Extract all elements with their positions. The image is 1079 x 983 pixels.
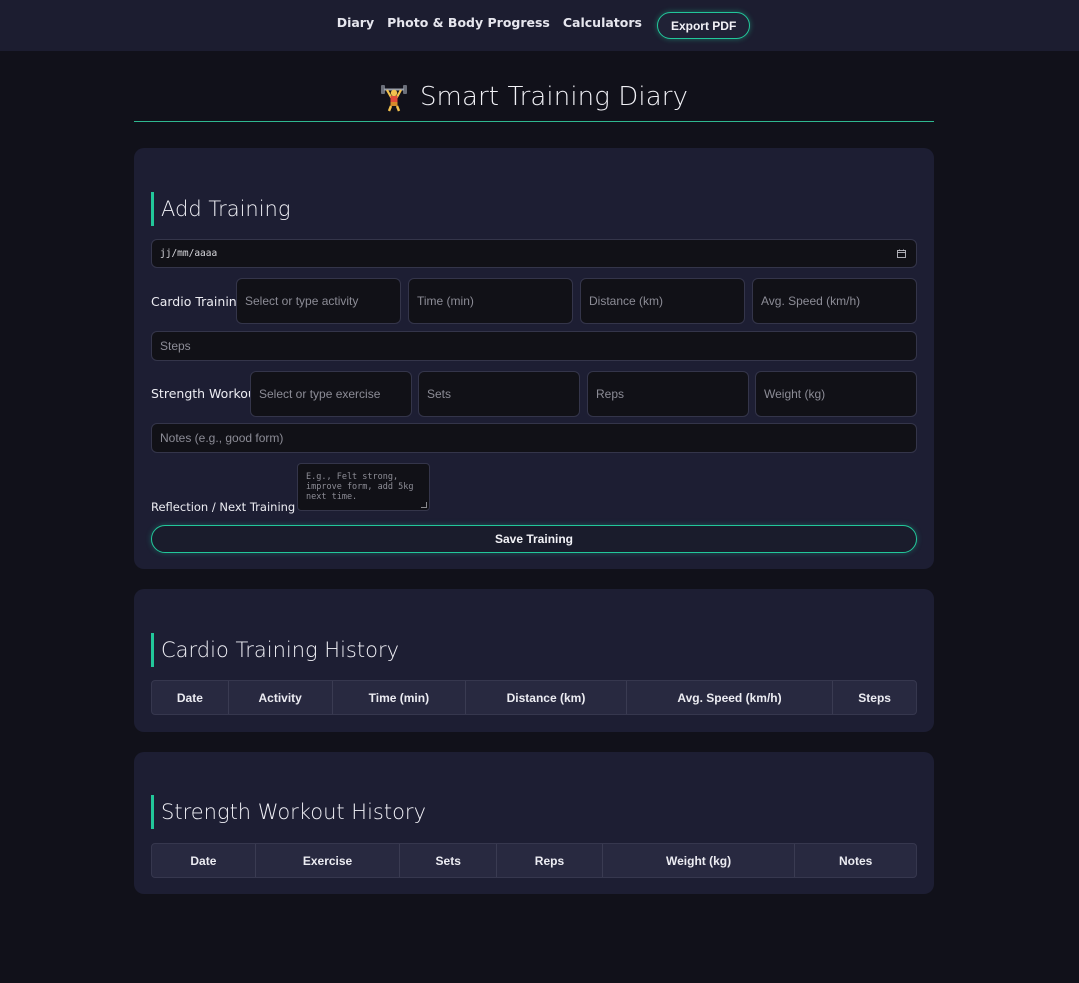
- add-training-card: Add Training jj/mm/aaaa Cardio Training …: [134, 148, 934, 569]
- column-header-weight: Weight (kg): [603, 844, 796, 877]
- cardio-avg-speed-input[interactable]: Avg. Speed (km/h): [752, 278, 917, 324]
- column-header-activity: Activity: [229, 681, 333, 714]
- column-header-time: Time (min): [333, 681, 467, 714]
- column-header-date: Date: [152, 844, 256, 877]
- column-header-sets: Sets: [400, 844, 498, 877]
- cardio-history-heading: Cardio Training History: [151, 633, 399, 667]
- export-pdf-button[interactable]: Export PDF: [656, 12, 751, 39]
- strength-workout-label: Strength Workout: [151, 386, 261, 401]
- resize-handle-icon[interactable]: [421, 502, 427, 508]
- cardio-time-input[interactable]: Time (min): [408, 278, 573, 324]
- top-nav: Diary Photo & Body Progress Calculators …: [0, 0, 1079, 51]
- page-header: Smart Training Diary: [134, 72, 934, 122]
- weightlifter-icon: [380, 84, 407, 111]
- notes-input[interactable]: Notes (e.g., good form): [151, 423, 917, 453]
- add-training-heading: Add Training: [151, 192, 290, 226]
- cardio-training-label: Cardio Training: [151, 294, 245, 309]
- steps-input[interactable]: Steps: [151, 331, 917, 361]
- column-header-exercise: Exercise: [256, 844, 401, 877]
- cardio-history-table-header: Date Activity Time (min) Distance (km) A…: [151, 680, 917, 715]
- column-header-steps: Steps: [858, 690, 891, 705]
- strength-reps-input[interactable]: Reps: [587, 371, 749, 417]
- column-header-distance: Distance (km): [466, 681, 627, 714]
- strength-weight-input[interactable]: Weight (kg): [755, 371, 917, 417]
- cardio-history-card: Cardio Training History Date Activity Ti…: [134, 589, 934, 732]
- save-training-button[interactable]: Save Training: [151, 525, 917, 553]
- page-title: Smart Training Diary: [419, 81, 689, 112]
- cardio-activity-input[interactable]: Select or type activity: [236, 278, 401, 324]
- calendar-icon[interactable]: [897, 249, 906, 258]
- column-header-notes: Notes: [839, 853, 873, 868]
- reflection-placeholder: E.g., Felt strong, improve form, add 5kg…: [306, 472, 414, 502]
- strength-history-table-header: Date Exercise Sets Reps Weight (kg) Note…: [151, 843, 917, 878]
- column-header-date: Date: [152, 681, 229, 714]
- strength-history-card: Strength Workout History Date Exercise S…: [134, 752, 934, 894]
- reflection-textarea[interactable]: E.g., Felt strong, improve form, add 5kg…: [297, 463, 430, 511]
- column-header-reps: Reps: [497, 844, 603, 877]
- date-placeholder: jj/mm/aaaa: [160, 248, 218, 259]
- strength-sets-input[interactable]: Sets: [418, 371, 580, 417]
- cardio-distance-input[interactable]: Distance (km): [580, 278, 745, 324]
- strength-exercise-input[interactable]: Select or type exercise: [250, 371, 412, 417]
- nav-link-calculators[interactable]: Calculators: [563, 15, 642, 30]
- column-header-avg-speed: Avg. Speed (km/h): [627, 681, 834, 714]
- strength-history-heading: Strength Workout History: [151, 795, 426, 829]
- date-input[interactable]: jj/mm/aaaa: [151, 239, 917, 268]
- nav-link-photo-body-progress[interactable]: Photo & Body Progress: [387, 15, 550, 30]
- nav-link-diary[interactable]: Diary: [337, 15, 374, 30]
